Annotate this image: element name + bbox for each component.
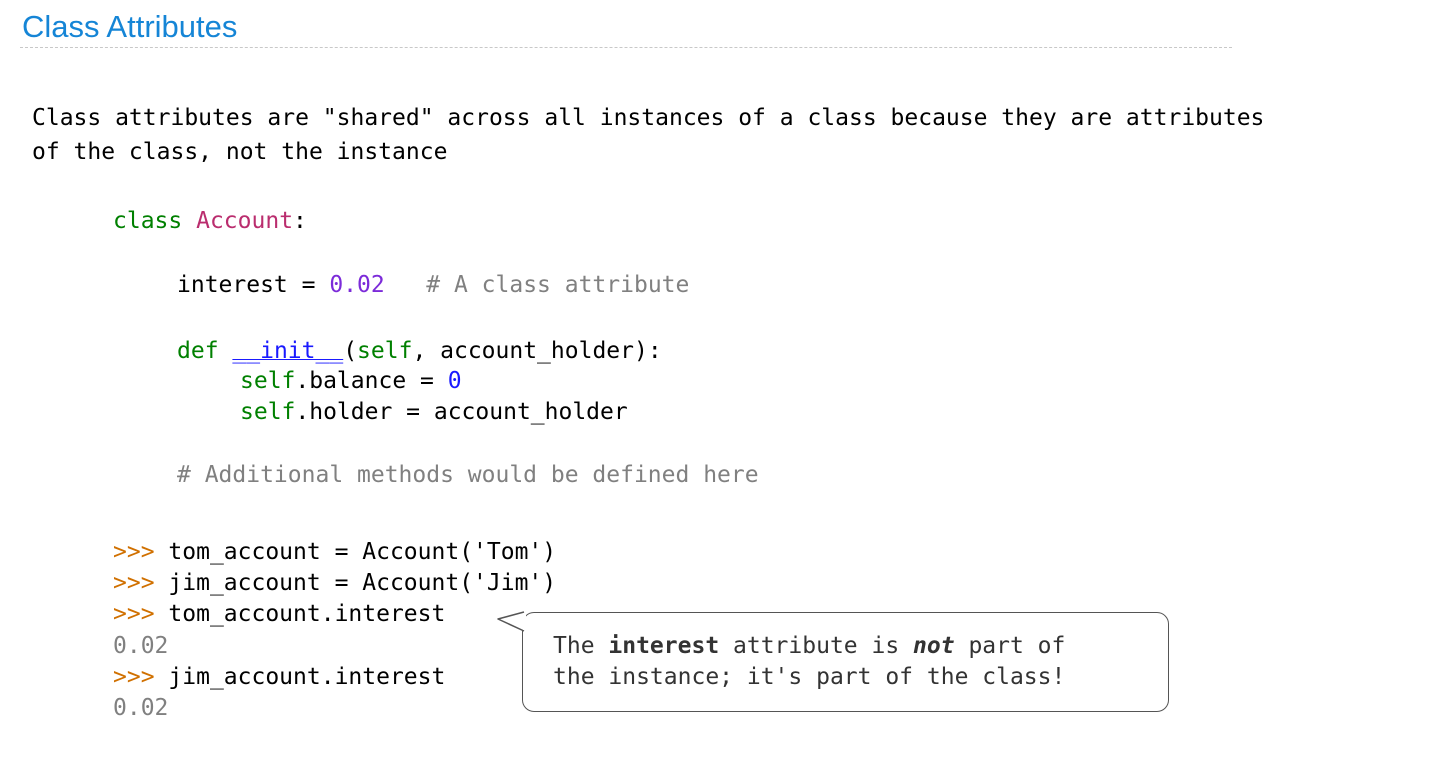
- slide-title: Class Attributes: [22, 9, 238, 44]
- interest-comment: # A class attribute: [426, 272, 690, 298]
- session-line-2: >>> jim_account = Account('Jim'): [113, 568, 556, 599]
- class-name: Account: [196, 208, 294, 234]
- callout-bold-term: interest: [608, 633, 720, 659]
- init-method-name: __init__: [232, 338, 344, 364]
- balance-self: self: [240, 368, 296, 394]
- title-divider: [20, 47, 1232, 48]
- init-params: , account_holder):: [412, 338, 662, 364]
- prompt-symbol: >>>: [113, 570, 155, 596]
- code-class-line: class Account:: [113, 206, 307, 237]
- holder-assign: .holder = account_holder: [295, 399, 628, 425]
- callout-line-2: the instance; it's part of the class!: [553, 664, 1066, 690]
- init-open-paren: (: [343, 338, 358, 364]
- class-keyword: class: [113, 208, 183, 234]
- code-interest-line: interest = 0.02 # A class attribute: [177, 270, 689, 301]
- session-line-1: >>> tom_account = Account('Tom'): [113, 537, 556, 568]
- init-self-param: self: [357, 338, 413, 364]
- code-def-line: def __init__(self, account_holder):: [177, 336, 662, 367]
- session-command-2: jim_account = Account('Jim'): [168, 570, 557, 596]
- session-command-1: tom_account = Account('Tom'): [168, 539, 557, 565]
- holder-self: self: [240, 399, 296, 425]
- code-balance-line: self.balance = 0: [240, 366, 462, 397]
- intro-line-1: Class attributes are "shared" across all…: [32, 105, 1265, 131]
- callout-part-3: part of: [954, 633, 1066, 659]
- code-holder-line: self.holder = account_holder: [240, 397, 628, 428]
- prompt-symbol: >>>: [113, 601, 155, 627]
- callout-emphasis: not: [913, 633, 955, 659]
- session-line-3: >>> tom_account.interest: [113, 599, 445, 630]
- callout-part-1: The: [553, 633, 609, 659]
- intro-line-2: of the class, not the instance: [32, 139, 448, 165]
- prompt-symbol: >>>: [113, 539, 155, 565]
- session-line-4: >>> jim_account.interest: [113, 662, 445, 693]
- prompt-symbol: >>>: [113, 664, 155, 690]
- balance-assign: .balance =: [295, 368, 448, 394]
- session-command-4: jim_account.interest: [168, 664, 446, 690]
- callout-pointer: [497, 611, 526, 632]
- balance-value: 0: [447, 368, 462, 394]
- class-colon: :: [293, 208, 307, 234]
- callout-text: The interest attribute is not part of th…: [553, 631, 1065, 693]
- interest-value: 0.02: [329, 272, 385, 298]
- callout-part-2: attribute is: [719, 633, 914, 659]
- def-keyword: def: [177, 338, 219, 364]
- session-command-3: tom_account.interest: [168, 601, 446, 627]
- session-output-1: 0.02: [113, 633, 169, 659]
- intro-text: Class attributes are "shared" across all…: [32, 101, 1264, 169]
- code-methods-comment: # Additional methods would be defined he…: [177, 462, 759, 488]
- callout-box: The interest attribute is not part of th…: [522, 612, 1169, 712]
- session-output-2: 0.02: [113, 695, 169, 721]
- interest-assign: interest =: [177, 272, 330, 298]
